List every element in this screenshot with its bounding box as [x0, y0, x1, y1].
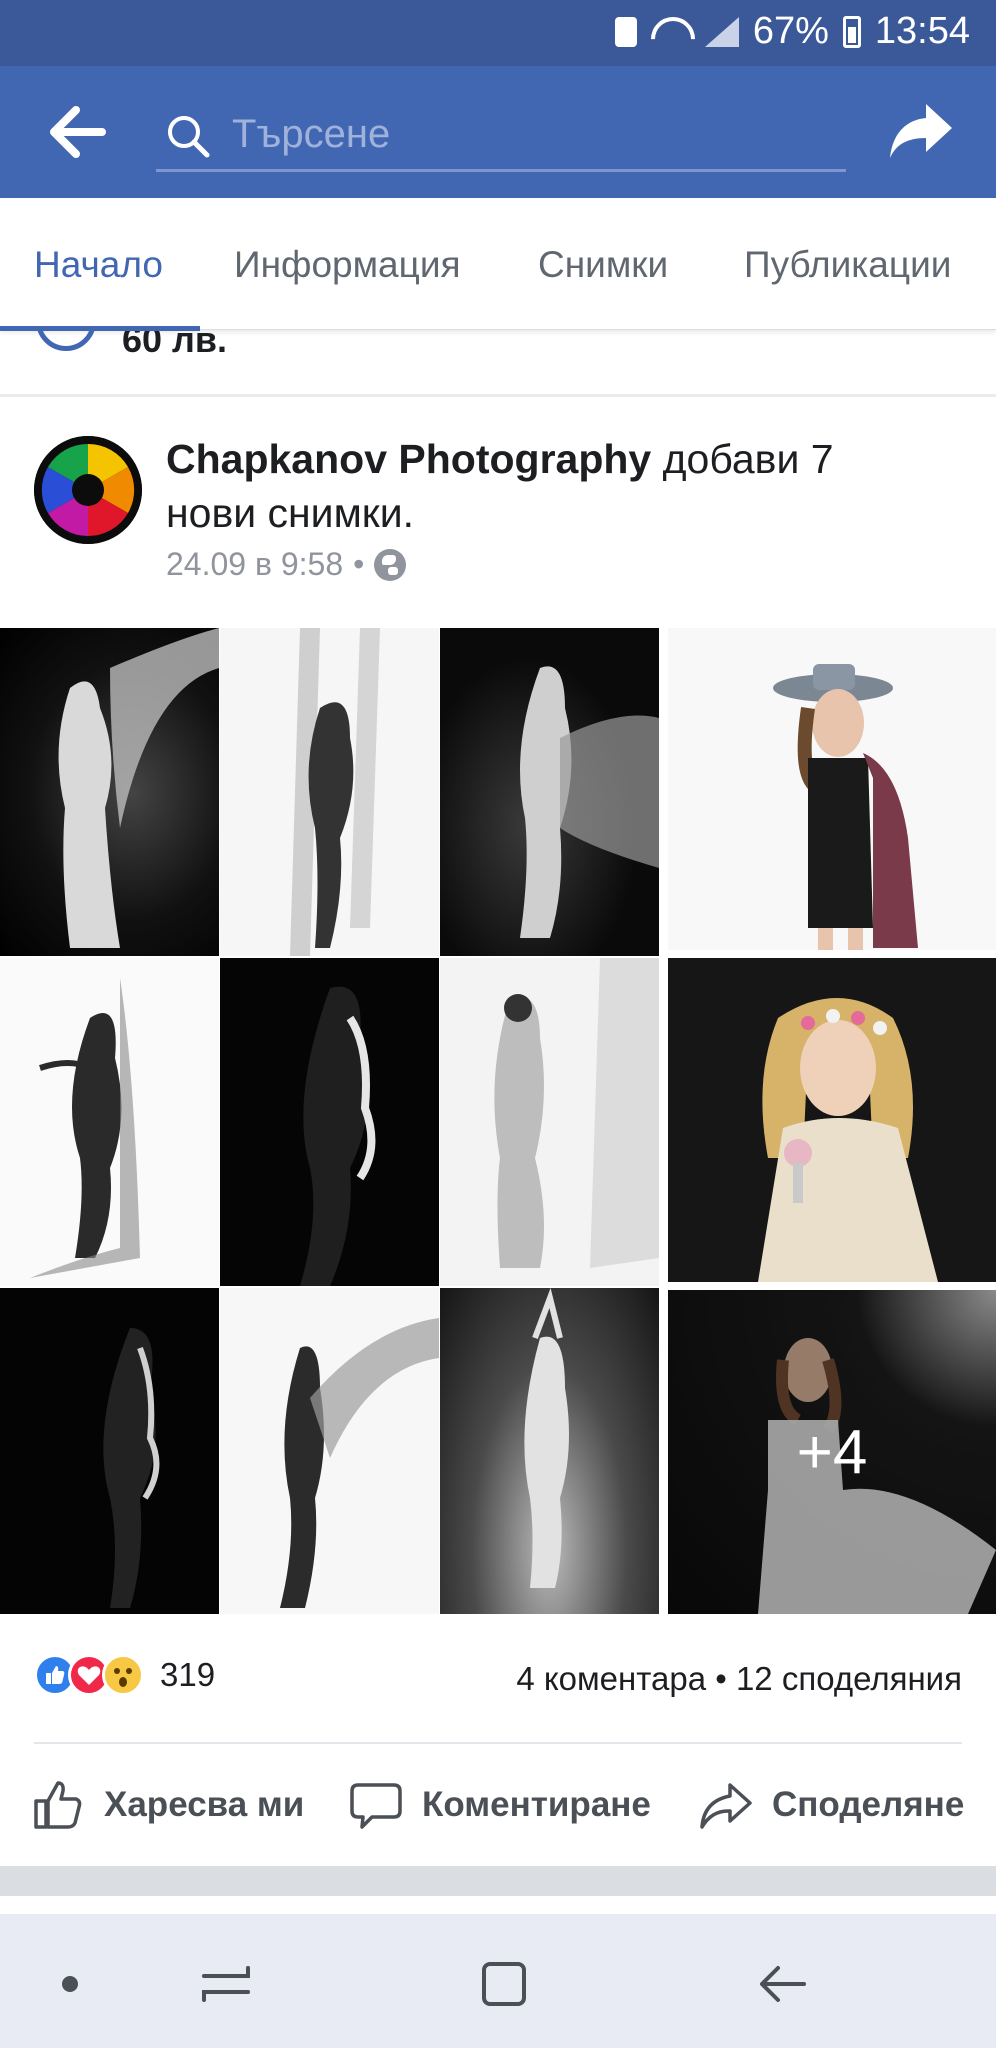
photo-2[interactable] — [220, 628, 439, 956]
post-actions: Харесва ми Коментиране Споделяне — [0, 1770, 996, 1840]
home-button-icon[interactable] — [474, 1954, 534, 2014]
like-button[interactable]: Харесва ми — [30, 1770, 304, 1840]
photo-1[interactable] — [0, 628, 219, 956]
battery-icon — [842, 15, 861, 48]
post-meta: 24.09 в 9:58 • — [166, 546, 407, 583]
search-header — [0, 66, 996, 198]
previous-post: 60 лв. — [0, 331, 996, 397]
share-button[interactable]: Споделяне — [698, 1770, 964, 1840]
signal-icon — [704, 16, 739, 47]
reactions-summary[interactable]: 319 — [34, 1654, 215, 1696]
back-arrow-icon[interactable] — [50, 106, 106, 158]
comment-label: Коментиране — [422, 1785, 651, 1824]
clock: 13:54 — [874, 10, 970, 52]
comment-bubble-icon — [350, 1783, 402, 1829]
status-bar: 67% 13:54 — [0, 0, 996, 66]
battery-percent: 67% — [752, 10, 829, 52]
photo-8[interactable] — [220, 1288, 439, 1614]
recent-apps-icon[interactable] — [196, 1954, 256, 2014]
globe-icon — [374, 548, 407, 581]
check-icon — [36, 331, 96, 351]
photo-3[interactable] — [440, 628, 659, 956]
photo-grid: +4 — [0, 628, 996, 1614]
photo-6[interactable] — [440, 958, 659, 1286]
back-button-icon[interactable] — [752, 1954, 812, 2014]
divider — [34, 1742, 962, 1744]
system-nav-bar — [0, 1914, 996, 2048]
photo-10[interactable] — [668, 628, 996, 950]
wow-reaction-icon — [102, 1654, 144, 1696]
photo-11[interactable] — [668, 958, 996, 1282]
photo-4[interactable] — [0, 958, 219, 1286]
photo-12[interactable]: +4 — [668, 1290, 996, 1614]
aperture-logo-icon — [34, 436, 142, 544]
comments-shares-count[interactable]: 4 коментара • 12 споделяния — [516, 1660, 962, 1698]
page-tabs: Начало Информация Снимки Публикации — [0, 198, 996, 331]
tab-home[interactable]: Начало — [34, 244, 163, 286]
search-field[interactable] — [156, 98, 846, 172]
search-input[interactable] — [232, 106, 832, 162]
tab-info[interactable]: Информация — [234, 244, 461, 286]
meta-separator: • — [353, 546, 365, 582]
tab-photos[interactable]: Снимки — [538, 244, 668, 286]
comment-button[interactable]: Коментиране — [348, 1770, 651, 1840]
avatar[interactable] — [34, 436, 142, 544]
post-title: Chapkanov Photography добави 7 нови сним… — [166, 432, 926, 540]
reaction-count: 319 — [160, 1656, 216, 1693]
share-icon[interactable] — [888, 100, 954, 162]
recycle-icon — [614, 16, 637, 47]
photo-7[interactable] — [0, 1288, 219, 1614]
share-label: Споделяне — [772, 1785, 965, 1824]
feed-separator — [0, 1866, 996, 1896]
previous-post-price: 60 лв. — [122, 331, 228, 360]
more-photos-overlay[interactable]: +4 — [668, 1290, 996, 1614]
wifi-icon — [651, 17, 691, 47]
photo-5[interactable] — [220, 958, 439, 1286]
post-timestamp[interactable]: 24.09 в 9:58 — [166, 546, 343, 583]
like-label: Харесва ми — [104, 1785, 305, 1824]
dot-icon[interactable] — [40, 1954, 100, 2014]
photo-9[interactable] — [440, 1288, 659, 1614]
thumbs-up-icon — [34, 1781, 82, 1829]
search-icon — [168, 116, 210, 158]
share-arrow-icon — [700, 1783, 752, 1829]
post-author[interactable]: Chapkanov Photography — [166, 436, 651, 482]
tab-posts[interactable]: Публикации — [744, 244, 951, 286]
